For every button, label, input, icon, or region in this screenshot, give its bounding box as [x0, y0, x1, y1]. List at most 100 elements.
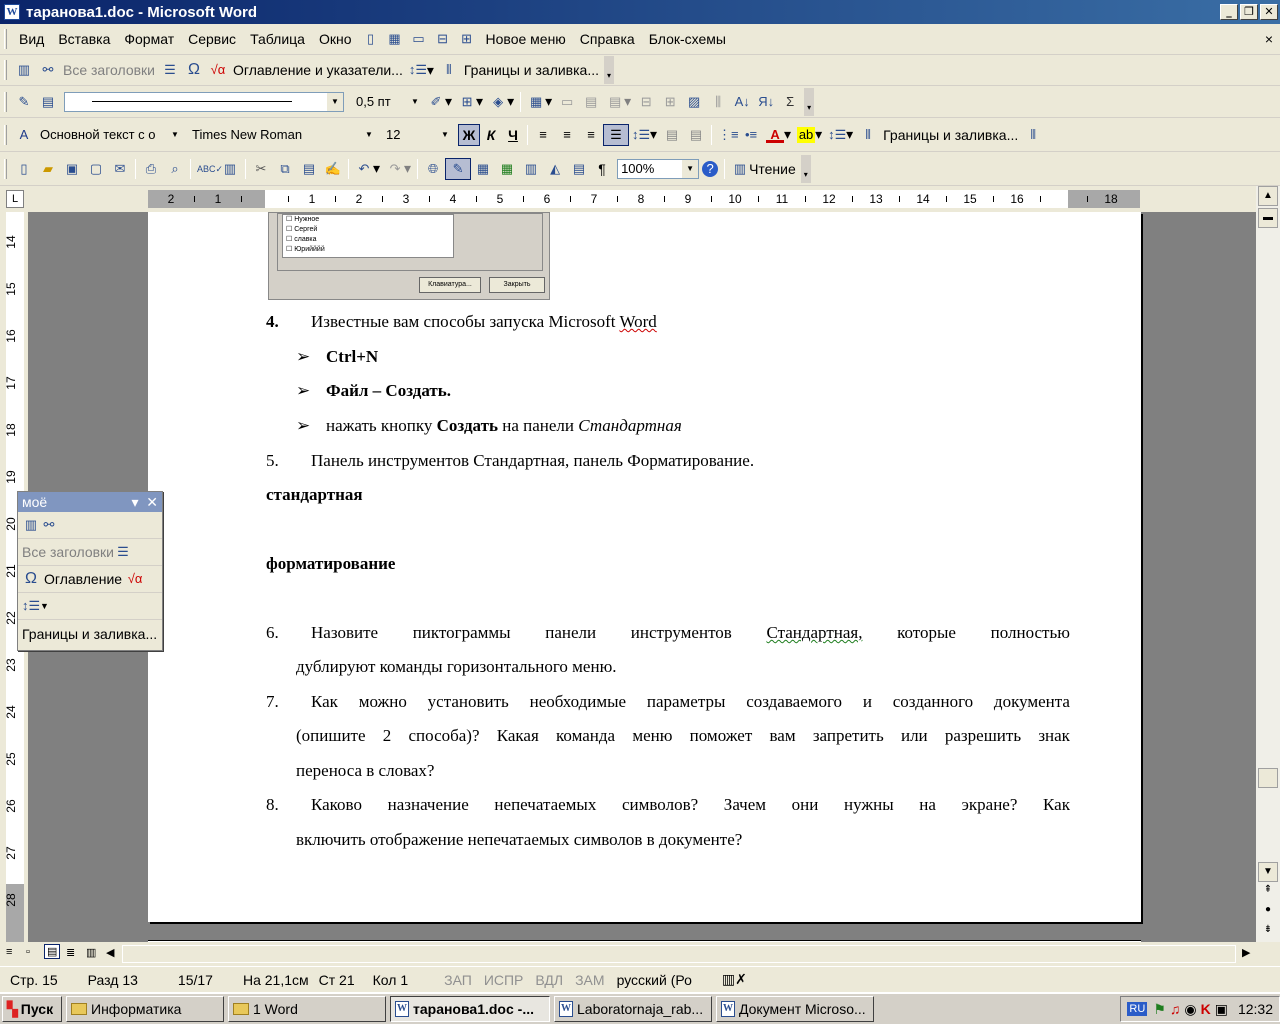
update-toc-icon[interactable]: ☰ [114, 544, 132, 560]
font-color-icon[interactable]: A ▾ [763, 124, 794, 146]
toc-button[interactable]: Оглавление и указатели... [230, 59, 406, 81]
split-box[interactable]: ▬ [1258, 208, 1278, 228]
eraser-icon[interactable]: ▤ [36, 91, 60, 113]
tray-app-icon[interactable]: ◉ [1184, 1001, 1196, 1018]
distribute-cols-icon[interactable]: ⊞ [658, 91, 682, 113]
zoom-dropdown[interactable]: 100% ▼ [617, 158, 700, 179]
page[interactable]: ☐ Нужное ☐ Сергей ☐ славка ☐ Юрийййй Кла… [148, 212, 1141, 922]
menu-table[interactable]: Таблица [243, 31, 312, 47]
toolbar-grip[interactable] [4, 91, 7, 112]
save-icon[interactable]: ▣ [60, 158, 84, 180]
spacing-icon[interactable]: ↕☰ ▾ [825, 124, 856, 146]
sum-icon[interactable]: Σ [778, 91, 802, 113]
sort-asc-icon[interactable]: A↓ [730, 91, 754, 113]
autoformat-icon[interactable]: ▨ [682, 91, 706, 113]
borders-shading-button[interactable]: Границы и заливка... [461, 59, 602, 81]
toolbox-icon[interactable]: ▦ [383, 28, 407, 50]
spelling-status-icon[interactable]: ▥✗ [722, 971, 747, 988]
horizontal-scroll-thumb[interactable] [122, 945, 1236, 963]
borders-icon[interactable]: ⫴ [856, 124, 880, 146]
line-weight-dropdown[interactable]: 0,5 пт ▼ [352, 91, 424, 112]
document-close-button[interactable]: × [1258, 31, 1280, 47]
restore-button[interactable]: ❐ [1240, 4, 1258, 20]
document-map-icon[interactable]: ▥ [12, 59, 36, 81]
language-indicator[interactable]: RU [1127, 1002, 1148, 1016]
show-hide-icon[interactable]: ¶ [591, 158, 613, 180]
menu-tools[interactable]: Сервис [181, 31, 243, 47]
task-1-word[interactable]: 1 Word [228, 996, 386, 1022]
toolbar-grip[interactable] [4, 124, 7, 145]
borders-icon-2[interactable]: ⫴ [1021, 124, 1045, 146]
network-icon[interactable]: ⚑ [1153, 1001, 1166, 1018]
flow-icon[interactable]: ⊟ [431, 28, 455, 50]
open-icon[interactable]: ▰ [36, 158, 60, 180]
paste-icon[interactable]: ▤ [297, 158, 321, 180]
toolbar-overflow-chevron[interactable]: ▾ [604, 56, 615, 84]
shading-color-icon[interactable]: ◈ ▾ [486, 91, 517, 113]
outline-view-icon[interactable]: ≣ [66, 946, 75, 959]
italic-button[interactable]: К [480, 124, 502, 146]
task-taranova[interactable]: Wтаранова1.doc -... [390, 996, 550, 1022]
line-spacing-icon[interactable]: ↕☰ [22, 598, 40, 614]
menu-grip[interactable] [4, 29, 7, 49]
redo-icon[interactable]: ↷ ▾ [383, 158, 414, 180]
font-size-dropdown[interactable]: 12 ▼ [382, 124, 454, 145]
normal-view-icon[interactable]: ≡ [6, 946, 12, 958]
line-style-dropdown[interactable]: ▼ [64, 91, 344, 112]
align-left-icon[interactable]: ≡ [531, 124, 555, 146]
highlight-icon[interactable]: ab ▾ [794, 124, 825, 146]
horizontal-ruler[interactable]: L 2 1 1 2 3 4 5 6 7 8 9 10 11 12 13 14 15 16 18 [0, 186, 1280, 212]
hyperlink-icon[interactable]: 🌐︎ [421, 158, 445, 180]
document-map-icon[interactable]: ▥ [22, 517, 40, 533]
omega-icon[interactable]: Ω [182, 59, 206, 81]
task-informatika[interactable]: Информатика [66, 996, 224, 1022]
menu-insert[interactable]: Вставка [51, 31, 117, 47]
spelling-icon[interactable]: ABC✓ [194, 158, 223, 180]
window-icon[interactable]: ▭ [407, 28, 431, 50]
clock[interactable]: 12:32 [1238, 1001, 1273, 1017]
prev-page-button[interactable]: ⇞ [1258, 884, 1278, 902]
toolbar-overflow-chevron[interactable]: ▾ [800, 154, 811, 183]
research-icon[interactable]: ▥ [218, 158, 242, 180]
distribute-rows-icon[interactable]: ⊟ [634, 91, 658, 113]
status-overtype[interactable]: ЗАМ [575, 972, 604, 988]
format-painter-icon[interactable]: ✍ [321, 158, 345, 180]
borders-icon[interactable]: ⫴ [437, 59, 461, 81]
all-headings-dropdown[interactable]: Все заголовки [22, 544, 114, 560]
borders-shading-button[interactable]: Границы и заливка... [880, 124, 1021, 146]
line-spacing-icon[interactable]: ↕☰ ▾ [629, 124, 660, 146]
word-app-icon[interactable]: W [4, 4, 20, 20]
binoculars-icon[interactable]: ⚯ [36, 59, 60, 81]
toolbar-grip[interactable] [4, 158, 7, 179]
status-language[interactable]: русский (Ро [617, 972, 692, 988]
status-record-macro[interactable]: ЗАП [444, 972, 472, 988]
align-center-icon[interactable]: ≡ [555, 124, 579, 146]
options-chevron-icon[interactable]: ▾ [131, 494, 138, 510]
scroll-thumb[interactable] [1258, 768, 1278, 788]
next-page-button[interactable]: ⇟ [1258, 924, 1278, 942]
align-right-icon[interactable]: ≡ [579, 124, 603, 146]
copy-icon[interactable]: ⧉ [273, 158, 297, 180]
scroll-right-button[interactable]: ▶ [1242, 946, 1250, 959]
task-laboratornaja[interactable]: W Laboratornaja_rab... [554, 996, 712, 1022]
print-layout-view-icon[interactable]: ▤ [44, 944, 61, 959]
document-map-icon[interactable]: ▤ [567, 158, 591, 180]
start-button[interactable]: ▚ Пуск [2, 996, 62, 1022]
binoculars-icon[interactable]: ⚯ [40, 517, 58, 533]
web-view-icon[interactable]: ▫ [26, 946, 30, 958]
columns-icon[interactable]: ▥ [519, 158, 543, 180]
insert-table-icon[interactable]: ▦ ▾ [524, 91, 555, 113]
justify-icon[interactable]: ☰ [603, 123, 629, 146]
toolbar-overflow-chevron[interactable]: ▾ [804, 87, 815, 116]
align-icon[interactable]: ▤ ▾ [603, 91, 634, 113]
toolbar-grip[interactable] [4, 60, 7, 80]
update-toc-icon[interactable]: ☰ [158, 59, 182, 81]
font-dropdown[interactable]: Times New Roman ▼ [188, 124, 378, 145]
borders-shading-button[interactable]: Границы и заливка... [22, 626, 157, 642]
sort-desc-icon[interactable]: Я↓ [754, 91, 778, 113]
scroll-up-button[interactable]: ▲ [1258, 186, 1278, 206]
insert-table-icon[interactable]: ▦ [471, 158, 495, 180]
tables-borders-icon[interactable]: ✎ [445, 157, 472, 180]
menu-window[interactable]: Окно [312, 31, 359, 47]
status-extend[interactable]: ВДЛ [535, 972, 563, 988]
